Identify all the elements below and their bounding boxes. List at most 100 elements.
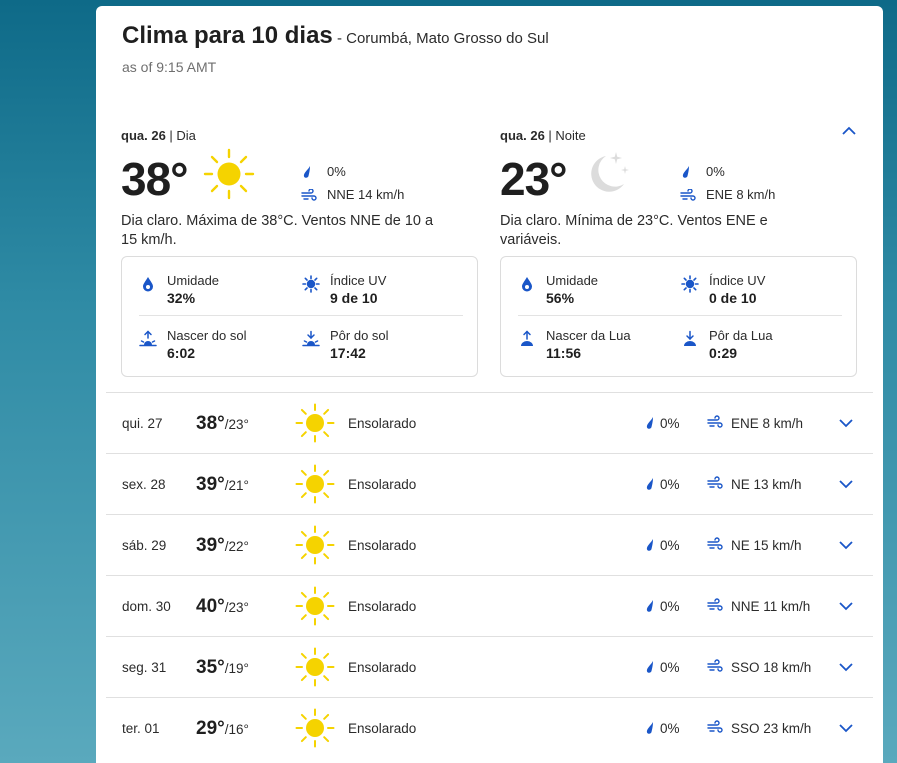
wind-icon [707,476,723,489]
row-temps: 35°/19° [196,657,249,679]
sunset-value: 17:42 [330,345,366,361]
moon-icon [591,152,629,192]
as-of-label: as of 9:15 AMT [122,59,217,75]
row-low: /21° [224,478,249,493]
night-wind: ENE 8 km/h [706,187,776,202]
chevron-down-icon[interactable] [838,539,854,551]
row-low: /23° [224,600,249,615]
day-panel: qua. 26 | Dia 38° 0% NNE 14 km/h Dia cla… [121,128,481,248]
row-high: 39° [196,474,225,495]
day-date: qua. 26 [121,128,166,143]
row-low: /23° [224,417,249,432]
night-date: qua. 26 [500,128,545,143]
raindrop-icon [646,478,653,490]
row-date: dom. 30 [122,599,171,614]
divider [139,315,463,316]
chevron-down-icon[interactable] [838,478,854,490]
humidity-icon [143,277,153,292]
row-date: sex. 28 [122,477,166,492]
moonset-label: Pôr da Lua [709,328,773,343]
night-header: qua. 26 | Noite [500,128,586,143]
uv-value: 9 de 10 [330,290,378,306]
row-temps: 40°/23° [196,596,249,618]
row-date: ter. 01 [122,721,160,736]
chevron-down-icon[interactable] [838,600,854,612]
wind-icon [707,659,723,672]
row-condition: Ensolarado [348,721,417,736]
forecast-row[interactable]: dom. 30 40°/23° Ensolarado 0% NNE 11 km/… [106,575,873,636]
row-precip: 0% [660,660,680,675]
forecast-row[interactable]: ter. 01 29°/16° Ensolarado 0% SSO 23 km/… [106,697,873,758]
row-wind: NE 13 km/h [731,477,802,492]
sunset-label: Pôr do sol [330,328,389,343]
chevron-down-icon[interactable] [838,722,854,734]
night-period: Noite [555,128,586,143]
night-precip: 0% [706,164,725,179]
moonrise-value: 11:56 [546,345,582,361]
sun-icon [203,148,255,200]
divider [518,315,842,316]
raindrop-icon [646,661,653,673]
row-condition: Ensolarado [348,416,417,431]
uv-label: Índice UV [709,273,766,288]
moonset-value: 0:29 [709,345,738,361]
humidity-icon [522,277,532,292]
wind-icon [301,188,317,201]
row-temps: 38°/23° [196,413,249,435]
day-description: Dia claro. Máxima de 38°C. Ventos NNE de… [121,213,434,248]
raindrop-icon [303,165,310,178]
row-high: 39° [196,535,225,556]
sun-icon [295,403,335,443]
raindrop-icon [682,165,689,178]
row-temps: 39°/22° [196,535,249,557]
row-wind: SSO 18 km/h [731,660,812,675]
day-details: Umidade 32% Índice UV 9 de 10 Nascer do … [121,256,478,377]
day-wind: NNE 14 km/h [327,187,405,202]
raindrop-icon [646,600,653,612]
row-precip: 0% [660,477,680,492]
humidity-value: 32% [167,290,196,306]
forecast-row[interactable]: qui. 27 38°/23° Ensolarado 0% ENE 8 km/h [106,392,873,453]
night-temperature: 23° [500,153,568,205]
row-wind: NNE 11 km/h [731,599,811,614]
forecast-row[interactable]: seg. 31 35°/19° Ensolarado 0% SSO 18 km/… [106,636,873,697]
row-date: seg. 31 [122,660,167,675]
uv-value: 0 de 10 [709,290,757,306]
row-low: /16° [224,722,249,737]
forecast-row[interactable]: sex. 28 39°/21° Ensolarado 0% NE 13 km/h [106,453,873,514]
forecast-list: qui. 27 38°/23° Ensolarado 0% ENE 8 km/h… [106,392,873,758]
night-description: Dia claro. Mínima de 23°C. Ventos ENE e … [500,213,768,248]
raindrop-icon [646,539,653,551]
chevron-down-icon[interactable] [838,417,854,429]
wind-icon [707,598,723,611]
day-temperature: 38° [121,153,189,205]
row-high: 35° [196,657,225,678]
uv-icon [681,275,699,293]
chevron-down-icon[interactable] [838,661,854,673]
sun-icon [295,464,335,504]
row-high: 40° [196,596,225,617]
uv-label: Índice UV [330,273,387,288]
row-wind: NE 15 km/h [731,538,802,553]
row-temps: 29°/16° [196,718,249,740]
day-header: qua. 26 | Dia [121,128,196,143]
sunrise-value: 6:02 [167,345,196,361]
row-precip: 0% [660,721,680,736]
raindrop-icon [646,417,653,429]
night-panel: qua. 26 | Noite 23° 0% ENE 8 km/h Dia cl… [500,128,860,248]
row-low: /22° [224,539,249,554]
wind-icon [707,537,723,550]
raindrop-icon [646,722,653,734]
sunrise-label: Nascer do sol [167,328,247,343]
row-high: 38° [196,413,225,434]
row-condition: Ensolarado [348,660,417,675]
row-condition: Ensolarado [348,538,417,553]
sun-icon [295,586,335,626]
night-details: Umidade 56% Índice UV 0 de 10 Nascer da … [500,256,857,377]
row-temps: 39°/21° [196,474,249,496]
wind-icon [707,415,723,428]
row-precip: 0% [660,538,680,553]
night-mini-stats: 0% ENE 8 km/h [680,160,775,206]
forecast-row[interactable]: sáb. 29 39°/22° Ensolarado 0% NE 15 km/h [106,514,873,575]
row-condition: Ensolarado [348,477,417,492]
